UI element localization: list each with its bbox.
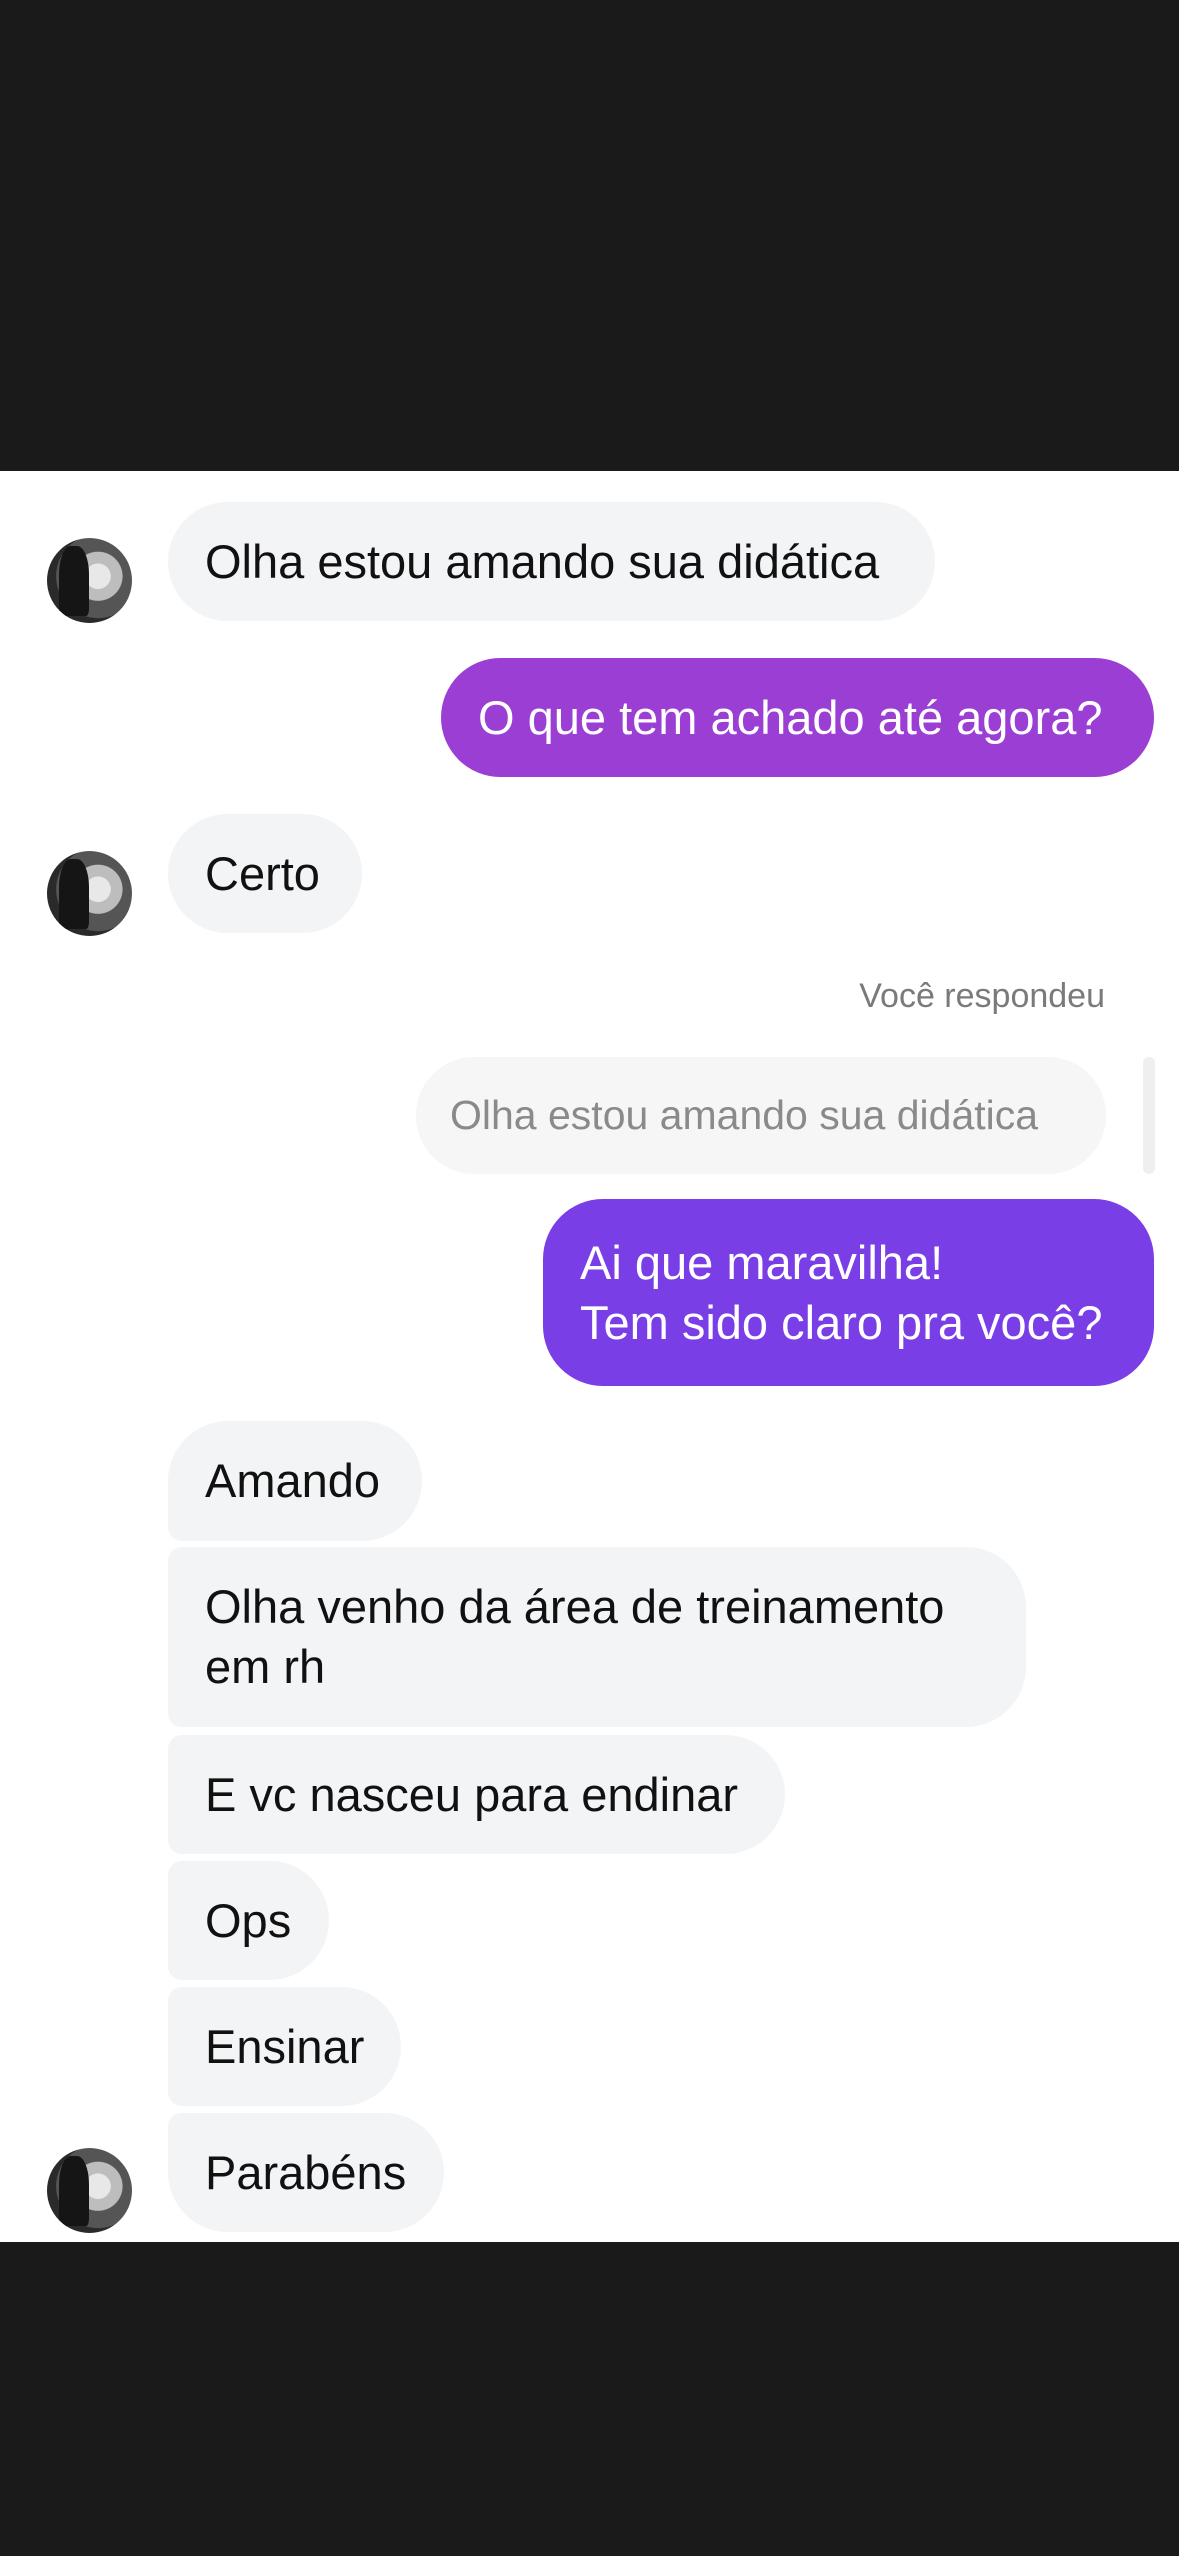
incoming-message[interactable]: E vc nasceu para endinar bbox=[168, 1735, 785, 1854]
message-text-line-1: Ai que maravilha! bbox=[580, 1235, 944, 1289]
quote-indicator-bar bbox=[1143, 1057, 1155, 1174]
incoming-message[interactable]: Certo bbox=[168, 814, 362, 933]
top-letterbox bbox=[0, 0, 1179, 471]
incoming-message[interactable]: Parabéns bbox=[168, 2113, 444, 2232]
message-text: Ensinar bbox=[205, 2019, 365, 2073]
message-text-line-2: em rh bbox=[205, 1640, 326, 1693]
quoted-text: Olha estou amando sua didática bbox=[450, 1092, 1039, 1138]
message-text: Certo bbox=[205, 846, 320, 900]
incoming-message[interactable]: Olha venho da área de treinamento em rh bbox=[168, 1547, 1026, 1727]
message-text: O que tem achado até agora? bbox=[478, 690, 1103, 744]
message-text-line-2: Tem sido claro pra você? bbox=[580, 1295, 1103, 1349]
sender-avatar[interactable] bbox=[47, 851, 132, 936]
message-text: Ops bbox=[205, 1893, 292, 1947]
sender-avatar[interactable] bbox=[47, 2148, 132, 2233]
message-text: Amando bbox=[205, 1454, 381, 1507]
quoted-message[interactable]: Olha estou amando sua didática bbox=[416, 1057, 1106, 1174]
incoming-message[interactable]: Olha estou amando sua didática bbox=[168, 502, 935, 621]
outgoing-message[interactable]: O que tem achado até agora? bbox=[441, 658, 1154, 777]
incoming-message[interactable]: Amando bbox=[168, 1421, 422, 1541]
message-text: Parabéns bbox=[205, 2145, 407, 2199]
incoming-message[interactable]: Ops bbox=[168, 1861, 329, 1980]
message-text-line-1: Olha venho da área de treinamento bbox=[205, 1580, 945, 1633]
message-text: Olha estou amando sua didática bbox=[205, 534, 880, 588]
sender-avatar[interactable] bbox=[47, 538, 132, 623]
bottom-letterbox bbox=[0, 2242, 1179, 2556]
chat-thread[interactable]: Olha estou amando sua didática O que tem… bbox=[0, 471, 1179, 2242]
incoming-message[interactable]: Ensinar bbox=[168, 1987, 401, 2106]
reply-label: Você respondeu bbox=[859, 977, 1105, 1015]
outgoing-message[interactable]: Ai que maravilha! Tem sido claro pra voc… bbox=[543, 1199, 1154, 1386]
message-text: E vc nasceu para endinar bbox=[205, 1767, 738, 1821]
